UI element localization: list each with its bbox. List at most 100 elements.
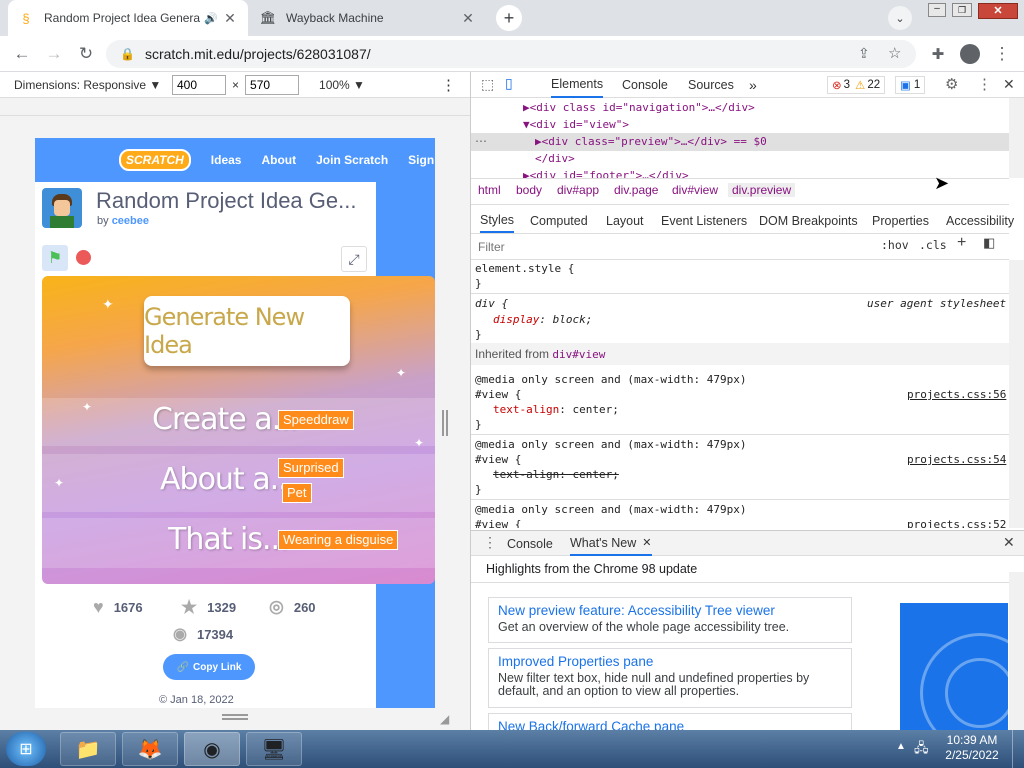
view-selector[interactable]: #view { [475,388,521,401]
network-icon[interactable]: 🖧 [914,739,929,761]
source-link[interactable]: projects.css:56 [907,388,1006,401]
profile-icon[interactable] [958,42,982,66]
overridden-declaration[interactable]: text-align: center; [493,468,619,481]
bookmark-star-icon[interactable]: ☆ [888,44,901,62]
subtab-event-listeners[interactable]: Event Listeners [661,208,747,233]
element-style-selector[interactable]: element.style { [475,262,574,275]
tab-wayback[interactable]: 🏛 Wayback Machine ✕ [250,0,486,36]
subtab-properties[interactable]: Properties [872,208,929,233]
breadcrumb-app[interactable]: div#app [557,183,599,197]
dom-line[interactable]: ▶<div class id="navigation">…</div> [523,101,755,114]
styles-filter-input[interactable] [475,237,871,256]
nav-join[interactable]: Join Scratch [316,153,388,167]
div-selector[interactable]: div { [475,297,508,310]
resize-handle-bottom-icon[interactable] [222,714,248,720]
close-tab-icon[interactable]: ✕ [460,10,476,27]
whats-new-card[interactable]: Improved Properties pane New filter text… [488,648,852,708]
tab-sources[interactable]: Sources [688,72,734,98]
nav-sign-in[interactable]: Sign [408,153,434,167]
drawer-close-icon[interactable]: ✕ [1003,534,1015,551]
device-more-icon[interactable]: ⋮ [441,76,456,94]
hov-toggle[interactable]: :hov [881,238,909,252]
text-align-declaration[interactable]: text-align: center; [493,403,619,416]
display-declaration[interactable]: display: block; [493,313,592,326]
subtab-dom-breakpoints[interactable]: DOM Breakpoints [759,208,858,233]
card-title[interactable]: Improved Properties pane [498,654,842,669]
breadcrumb-page[interactable]: div.page [614,183,658,197]
reload-icon[interactable]: ↻ [74,42,98,66]
subtab-computed[interactable]: Computed [530,208,588,233]
device-toggle-icon[interactable]: ▯ [505,75,513,92]
minimize-button[interactable]: – [928,3,946,17]
folder-icon[interactable]: 📁 [60,732,116,766]
show-desktop-button[interactable] [1012,730,1024,768]
nav-ideas[interactable]: Ideas [211,153,242,167]
forward-icon[interactable]: → [42,42,66,66]
new-rule-icon[interactable]: + [957,234,966,252]
card-title[interactable]: New preview feature: Accessibility Tree … [498,603,842,618]
subtab-accessibility[interactable]: Accessibility [946,208,1014,233]
resize-corner-icon[interactable]: ◢ [440,712,449,726]
dom-line[interactable]: </div> [535,152,575,165]
card-title[interactable]: New Back/forward Cache pane [498,719,842,730]
tab-search-icon[interactable]: ⌄ [888,6,912,30]
inspect-icon[interactable]: ⬚ [481,76,494,93]
address-bar[interactable]: 🔒 scratch.mit.edu/projects/628031087/ ⇪ … [106,40,916,68]
drawer-tab-console[interactable]: Console [507,531,553,556]
back-icon[interactable]: ← [10,42,34,66]
device-height-input[interactable] [245,74,300,95]
dom-line[interactable]: ▶<div id="footer">…</div> [523,169,689,178]
fullscreen-icon[interactable]: ⤢ [341,246,367,272]
share-icon[interactable]: ⇪ [858,45,870,62]
chrome-icon[interactable]: ◉ [184,732,240,766]
stop-icon[interactable] [76,250,91,265]
more-tabs-icon[interactable]: » [749,72,757,98]
settings-gear-icon[interactable]: ⚙ [945,75,958,93]
close-window-button[interactable]: ✕ [978,3,1018,19]
issues-counter[interactable]: ⊗ 3 ⚠ 22 [827,76,886,94]
chrome-menu-icon[interactable]: ⋮ [990,42,1014,66]
generate-idea-button[interactable]: Generate New Idea [144,296,350,366]
clock[interactable]: 10:39 AM 2/25/2022 [938,733,1006,763]
scratch-logo[interactable]: SCRATCH [119,149,191,171]
tray-arrow-icon[interactable]: ▲ [896,741,906,752]
dom-line[interactable]: ▼<div id="view"> [523,118,629,131]
tab-console[interactable]: Console [622,72,668,98]
breadcrumb-view[interactable]: div#view [672,183,718,197]
drawer-tab-whats-new[interactable]: What's New ✕ [570,531,652,556]
control-panel-icon[interactable]: 🖥 [246,732,302,766]
cls-toggle[interactable]: .cls [919,238,947,252]
device-width-input[interactable] [172,74,226,95]
dom-line-selected[interactable]: ▶<div class="preview">…</div> == $0 [535,135,767,148]
view-selector[interactable]: #view { [475,518,521,528]
close-tab-icon[interactable]: ✕ [222,10,238,27]
breadcrumb-body[interactable]: body [516,183,542,197]
inherited-element[interactable]: div#view [552,348,605,361]
drawer-menu-icon[interactable]: ⋮ [483,534,497,551]
author-link[interactable]: ceebee [112,215,149,227]
source-link[interactable]: projects.css:52 [907,518,1006,528]
dimensions-dropdown[interactable]: Dimensions: Responsive ▼ [14,78,164,92]
drawer-scrollbar[interactable] [1009,572,1024,730]
project-stage[interactable]: Generate New Idea Create a... Speeddraw … [42,276,435,584]
whats-new-card[interactable]: New preview feature: Accessibility Tree … [488,597,852,643]
devtools-close-icon[interactable]: ✕ [1003,76,1015,93]
firefox-icon[interactable]: 🦊 [122,732,178,766]
devtools-menu-icon[interactable]: ⋮ [977,75,992,93]
close-tab-icon[interactable]: ✕ [642,536,651,549]
tab-scratch[interactable]: § Random Project Idea Genera 🔊 ✕ [8,0,248,36]
green-flag-icon[interactable]: ⚑ [42,245,68,271]
subtab-layout[interactable]: Layout [606,208,644,233]
styles-scrollbar[interactable] [1009,260,1024,528]
breadcrumb-preview[interactable]: div.preview [728,183,796,197]
whats-new-card[interactable]: New Back/forward Cache pane [488,713,852,730]
restore-button[interactable]: ❐ [952,3,972,17]
dom-scrollbar[interactable] [1009,98,1024,178]
loves-stat[interactable]: ♥ 1676 [93,597,143,618]
resize-handle-icon[interactable] [442,410,448,436]
new-tab-button[interactable]: + [496,5,522,31]
zoom-dropdown[interactable]: 100% ▼ [319,78,365,92]
start-button[interactable]: ⊞ [6,732,46,766]
source-link[interactable]: projects.css:54 [907,453,1006,466]
speaker-icon[interactable]: 🔊 [204,12,222,25]
